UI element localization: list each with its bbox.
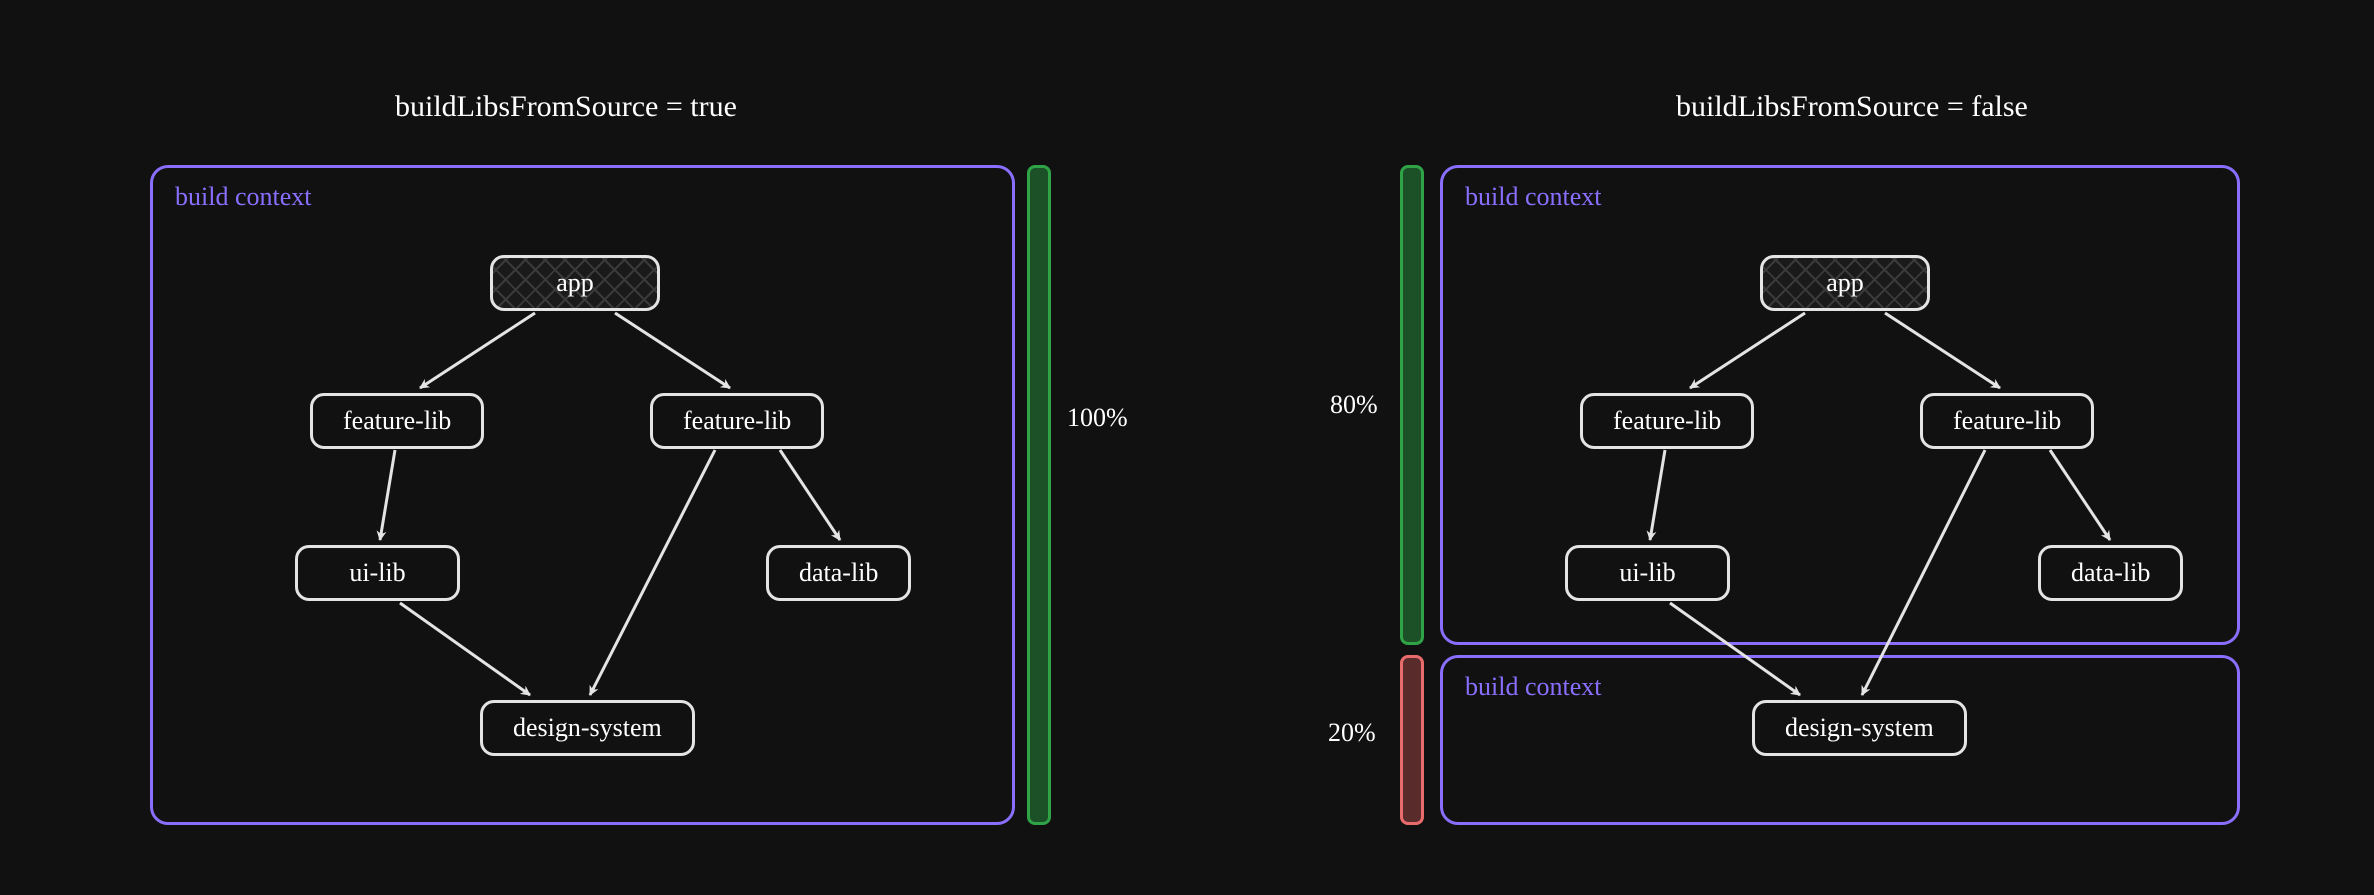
left-title: buildLibsFromSource = true bbox=[395, 90, 737, 124]
right-green-bar bbox=[1400, 165, 1424, 645]
right-red-bar bbox=[1400, 655, 1424, 825]
node-label: feature-lib bbox=[343, 406, 451, 436]
node-label: feature-lib bbox=[1613, 406, 1721, 436]
node-label: design-system bbox=[513, 713, 662, 743]
node-label: data-lib bbox=[799, 558, 878, 588]
right-build-context-top-label: build context bbox=[1465, 182, 1601, 212]
left-100-percent: 100% bbox=[1067, 403, 1128, 433]
right-title: buildLibsFromSource = false bbox=[1676, 90, 2028, 124]
right-80-percent: 80% bbox=[1330, 390, 1378, 420]
node-feature2-right: feature-lib bbox=[1920, 393, 2094, 449]
node-feature2-left: feature-lib bbox=[650, 393, 824, 449]
node-datalib-left: data-lib bbox=[766, 545, 911, 601]
node-uilib-left: ui-lib bbox=[295, 545, 460, 601]
node-feature1-left: feature-lib bbox=[310, 393, 484, 449]
node-label: data-lib bbox=[2071, 558, 2150, 588]
node-label: design-system bbox=[1785, 713, 1934, 743]
right-build-context-bottom-label: build context bbox=[1465, 672, 1601, 702]
node-datalib-right: data-lib bbox=[2038, 545, 2183, 601]
node-label: ui-lib bbox=[1619, 558, 1675, 588]
left-build-context-label: build context bbox=[175, 182, 311, 212]
right-20-percent: 20% bbox=[1328, 718, 1376, 748]
node-label: app bbox=[1826, 268, 1864, 298]
node-design-right: design-system bbox=[1752, 700, 1967, 756]
node-app-right: app bbox=[1760, 255, 1930, 311]
node-app-left: app bbox=[490, 255, 660, 311]
node-feature1-right: feature-lib bbox=[1580, 393, 1754, 449]
node-label: feature-lib bbox=[1953, 406, 2061, 436]
node-label: feature-lib bbox=[683, 406, 791, 436]
node-design-left: design-system bbox=[480, 700, 695, 756]
node-label: app bbox=[556, 268, 594, 298]
node-label: ui-lib bbox=[349, 558, 405, 588]
left-green-bar bbox=[1027, 165, 1051, 825]
diagram-stage: buildLibsFromSource = true build context… bbox=[0, 0, 2374, 895]
node-uilib-right: ui-lib bbox=[1565, 545, 1730, 601]
